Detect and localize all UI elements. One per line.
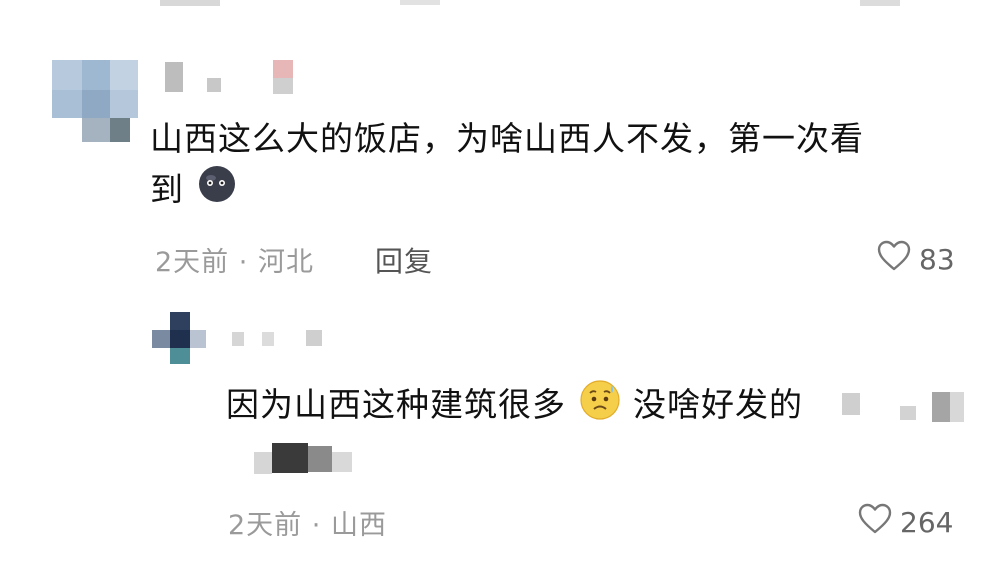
heart-outline-icon [877, 240, 911, 279]
reply-button[interactable]: 回复 [375, 240, 433, 280]
comment-location: 山西 [330, 510, 387, 541]
comment-text-line2: 到 [150, 170, 184, 209]
blurred-text-fragment [254, 452, 272, 474]
blurred-text-fragment [950, 392, 964, 422]
top-cutoff-remnant [860, 0, 900, 6]
top-cutoff-remnant [160, 0, 220, 6]
heart-outline-icon [858, 503, 892, 542]
blurred-text-fragment [272, 443, 308, 473]
blurred-text-fragment [332, 452, 352, 472]
comment-location: 河北 [257, 247, 314, 278]
like-count: 264 [900, 506, 954, 539]
comment-meta: 2天前 · 河北 [155, 240, 314, 279]
comment-text-part1: 因为山西这种建筑很多 [226, 385, 566, 424]
avatar[interactable] [52, 60, 138, 146]
blurred-text-fragment [932, 392, 950, 422]
comment-text: 因为山西这种建筑很多 没啥好发的 [226, 377, 803, 436]
avatar[interactable] [152, 312, 208, 368]
meta-separator: · [311, 510, 322, 541]
dark-round-face-emoji [196, 163, 238, 220]
blurred-text-fragment [308, 446, 332, 472]
meta-separator: · [238, 247, 249, 278]
comment-meta: 2天前 · 山西 [228, 503, 387, 542]
comment-time: 2天前 [155, 247, 230, 278]
comment-text-part2: 没啥好发的 [633, 385, 803, 424]
top-cutoff-remnant [400, 0, 440, 5]
comment-text-continued: 到 [150, 163, 238, 220]
like-count: 83 [919, 243, 955, 276]
username-blurred[interactable] [232, 330, 332, 350]
comment-time: 2天前 [228, 510, 303, 541]
blurred-text-fragment [900, 406, 916, 420]
blurred-text-fragment [842, 393, 860, 415]
like-button[interactable]: 264 [858, 503, 953, 542]
sweating-worried-face-emoji [578, 377, 622, 436]
comment-text-line1: 山西这么大的饭店，为啥山西人不发，第一次看 [150, 119, 864, 158]
like-button[interactable]: 83 [877, 240, 955, 279]
username-blurred[interactable] [165, 60, 315, 96]
comment-text: 山西这么大的饭店，为啥山西人不发，第一次看 [150, 113, 864, 165]
